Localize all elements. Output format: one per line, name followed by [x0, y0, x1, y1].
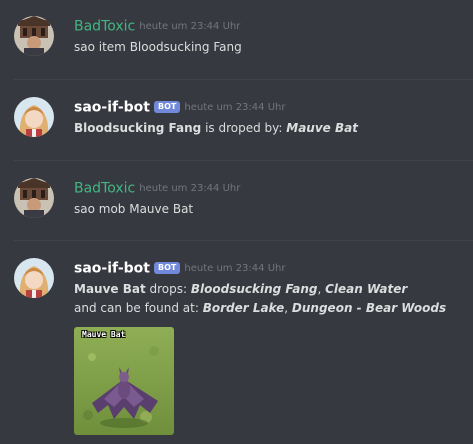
message-timestamp: heute um 23:44 Uhr: [139, 183, 241, 194]
bot-badge: BOT: [154, 100, 181, 113]
bot-badge: BOT: [154, 261, 181, 274]
message-divider: [14, 160, 473, 161]
message-text: sao mob Mauve Bat: [74, 202, 194, 216]
text-fragment: and can be found at:: [74, 301, 203, 315]
drop-item: Bloodsucking Fang: [190, 282, 318, 296]
location: Dungeon - Bear Woods: [291, 301, 447, 315]
drop-item: Clean Water: [325, 282, 408, 296]
message-text: Bloodsucking Fang is droped by: Mauve Ba…: [74, 120, 358, 137]
sao-bot-avatar[interactable]: [14, 97, 54, 137]
username-sao-if-bot[interactable]: sao-if-bot: [74, 100, 150, 116]
item-name: Bloodsucking Fang: [74, 121, 202, 135]
badtoxic-avatar[interactable]: [14, 16, 54, 56]
mob-image[interactable]: Mauve Bat: [74, 327, 174, 435]
message-timestamp: heute um 23:44 Uhr: [184, 263, 286, 274]
chat-area: BadToxic heute um 23:44 Uhr sao item Bloo…: [0, 0, 473, 444]
text-fragment: drops:: [145, 282, 191, 296]
location: Border Lake: [202, 301, 285, 315]
mob-name: Mauve Bat: [74, 282, 146, 296]
message-timestamp: heute um 23:44 Uhr: [184, 102, 286, 113]
username-sao-if-bot[interactable]: sao-if-bot: [74, 261, 150, 277]
badtoxic-avatar[interactable]: [14, 178, 54, 218]
image-caption: Mauve Bat: [82, 330, 126, 339]
text-fragment: is droped by:: [201, 121, 287, 135]
message-line-locations: and can be found at: Border Lake, Dungeo…: [74, 300, 446, 317]
mob-name: Mauve Bat: [286, 121, 358, 135]
message-divider: [14, 79, 473, 80]
separator: ,: [317, 282, 326, 296]
message-timestamp: heute um 23:44 Uhr: [139, 21, 241, 32]
username-badtoxic[interactable]: BadToxic: [74, 19, 135, 35]
message-line-drops: Mauve Bat drops: Bloodsucking Fang, Clea…: [74, 281, 407, 298]
sao-bot-avatar[interactable]: [14, 258, 54, 298]
separator: ,: [284, 301, 292, 315]
message-divider: [14, 240, 473, 241]
message-text: sao item Bloodsucking Fang: [74, 40, 242, 54]
username-badtoxic[interactable]: BadToxic: [74, 181, 135, 197]
